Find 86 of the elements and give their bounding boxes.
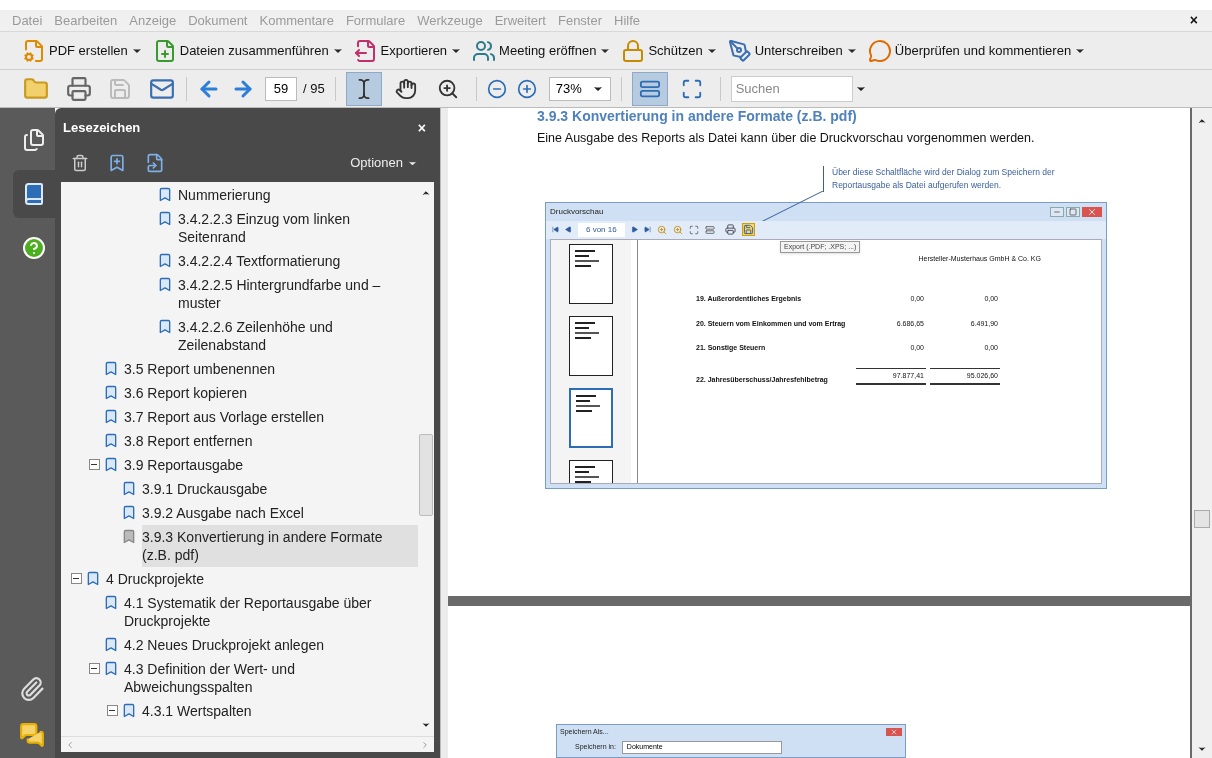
page-thumbnail[interactable] [569, 243, 613, 304]
export-icon[interactable] [741, 223, 755, 237]
task-button[interactable]: Meeting eröffnen [472, 38, 612, 63]
task-button[interactable]: Exportieren [353, 38, 463, 63]
bookmark-item[interactable]: 3.6 Report kopieren [124, 381, 418, 405]
bookmark-item[interactable]: 3.4.2.2.5 Hintergrundfarbe und –muster [178, 273, 418, 315]
print-icon[interactable] [66, 75, 92, 102]
close-button[interactable]: × [1189, 10, 1200, 31]
bookmark-item[interactable]: 3.9.2 Ausgabe nach Excel [142, 501, 418, 525]
page-count: / 95 [303, 79, 325, 98]
previous-page-icon[interactable] [565, 226, 572, 234]
scrollbar-thumb[interactable] [419, 434, 433, 516]
scroll-down-icon[interactable] [1197, 744, 1207, 754]
fit-width-icon[interactable] [704, 224, 715, 235]
next-page-icon[interactable] [630, 226, 638, 234]
comments-icon[interactable] [19, 722, 45, 748]
scroll-down-icon[interactable] [421, 720, 431, 730]
vertical-scrollbar[interactable] [1192, 108, 1212, 758]
task-icon [621, 38, 646, 63]
task-button[interactable]: Schützen [621, 38, 718, 63]
window-title: Druckvorschau [550, 205, 604, 218]
search-field[interactable]: Suchen [730, 75, 853, 102]
fit-page-icon [680, 77, 703, 100]
collapse-toggle[interactable] [88, 663, 100, 674]
bookmark-arrow-icon[interactable] [145, 153, 165, 173]
bookmark-item[interactable]: Nummerierung [178, 183, 418, 207]
page-thumbnail[interactable] [569, 315, 613, 376]
task-icon [727, 38, 752, 63]
bookmark-item[interactable]: 4 Druckprojekte [106, 567, 418, 591]
paperclip-icon[interactable] [19, 676, 45, 702]
side-tab[interactable] [13, 170, 55, 218]
page-number-field[interactable]: 59 [265, 76, 297, 101]
task-icon [353, 38, 378, 63]
bookmark-item[interactable]: 3.4.2.2.6 Zeilenhöhe und Zeilenabstand [178, 315, 418, 357]
callout-text: Über diese Schaltfläche wird der Dialog zum Speichern der Reportausgabe als Datei aufgerufen werden. [823, 165, 1073, 192]
bookmark-item[interactable]: 3.5 Report umbenennen [124, 357, 418, 381]
scroll-up-icon[interactable] [421, 188, 431, 198]
bookmark-icon [22, 182, 46, 206]
new-bookmark-icon[interactable] [107, 153, 127, 173]
bookmark-item[interactable]: 4.1 Systematik der Reportausgabe über Druckprojekte [124, 591, 418, 633]
collapse-toggle[interactable] [88, 459, 100, 470]
pages-icon [22, 128, 46, 152]
bookmark-item[interactable]: 3.9.1 Druckausgabe [142, 477, 418, 501]
task-icon [867, 38, 892, 63]
task-icon [472, 38, 497, 63]
task-button[interactable]: PDF erstellen [22, 38, 143, 63]
page-thumbnail[interactable] [569, 387, 613, 448]
bookmark-item[interactable]: 4.3 Definition der Wert- und Abweichungsspalten [124, 657, 418, 699]
section-heading: 3.9.3 Konvertierung in andere Formate (z.B. pdf) [537, 108, 858, 124]
bookmark-item[interactable]: 3.9.3 Konvertierung in andere Formate (z.B. pdf) [142, 525, 418, 567]
zoom-out-icon[interactable] [486, 78, 507, 99]
scroll-up-icon[interactable] [1197, 116, 1207, 126]
bookmark-item[interactable]: 4.2 Neues Druckprojekt anlegen [124, 633, 418, 657]
help-icon [22, 236, 46, 260]
bookmark-item[interactable]: 3.4.2.2.4 Textformatierung [178, 249, 418, 273]
last-page-icon[interactable] [643, 226, 651, 234]
task-button[interactable]: Dateien zusammenführen [152, 38, 344, 63]
zoom-in-icon[interactable] [516, 78, 537, 99]
magnifier-icon [436, 77, 459, 100]
maximize-icon[interactable] [1066, 206, 1080, 217]
bookmark-item[interactable]: 3.8 Report entfernen [124, 429, 418, 453]
view-mode-button[interactable] [631, 71, 668, 106]
task-button[interactable]: Überprüfen und kommentieren [867, 38, 1087, 63]
tool-button[interactable] [345, 71, 382, 106]
close-icon[interactable] [886, 728, 902, 736]
close-icon[interactable] [1082, 206, 1102, 217]
fit-page-icon[interactable] [688, 224, 699, 235]
task-button[interactable]: Unterschreiben [727, 38, 858, 63]
trash-icon[interactable] [71, 154, 89, 172]
page-field[interactable]: 6 von 16 [578, 222, 625, 237]
hand-icon [394, 77, 417, 100]
scrollbar-thumb[interactable] [1194, 510, 1210, 528]
bookmark-item[interactable]: 3.7 Report aus Vorlage erstellen [124, 405, 418, 429]
print-icon[interactable] [724, 224, 736, 236]
options-button[interactable]: Optionen [350, 153, 418, 173]
collapse-toggle[interactable] [70, 573, 82, 584]
first-page-icon[interactable] [552, 226, 559, 234]
task-icon [22, 38, 46, 63]
panel-title: Lesezeichen [63, 119, 141, 138]
zoom-field[interactable]: 73% [548, 76, 611, 101]
bookmark-item[interactable]: 4.3.1 Wertspalten [142, 699, 418, 723]
collapse-toggle[interactable] [106, 705, 118, 716]
bookmark-item[interactable]: 3.9 Reportausgabe [124, 453, 418, 477]
close-button[interactable]: × [417, 117, 426, 139]
paragraph: Eine Ausgabe des Reports als Datei kann über die Druckvorschau vorgenommen werden. [537, 130, 1036, 147]
bookmark-item[interactable]: 3.4.2.2.3 Einzug vom linken Seitenrand [178, 207, 418, 249]
